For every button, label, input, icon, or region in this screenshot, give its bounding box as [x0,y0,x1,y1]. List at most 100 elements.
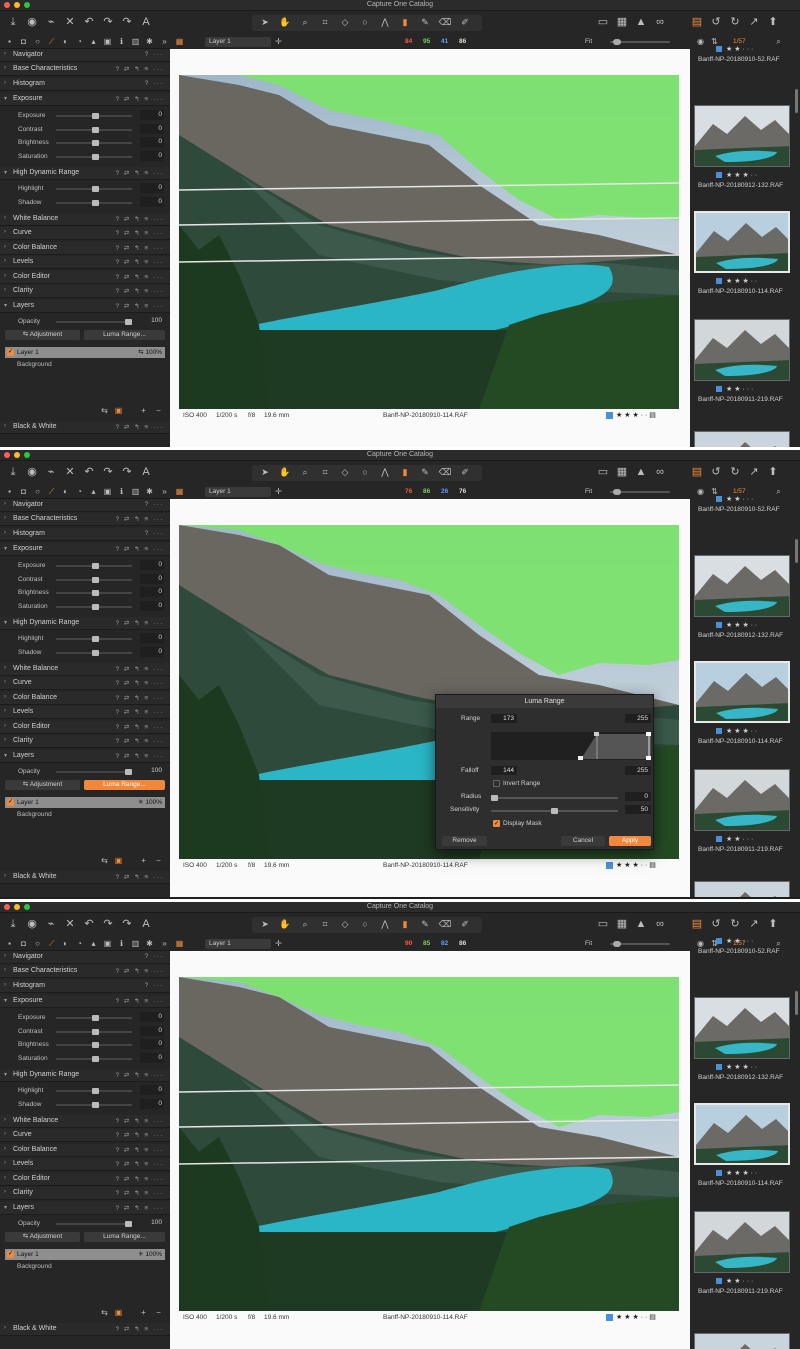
thumbnail[interactable] [694,769,790,831]
section-header-histogram[interactable]: › Histogram ? ··· [0,980,170,993]
section-actions[interactable]: ? ⇄ ↰ ≡ ··· [115,1071,164,1079]
export-icon[interactable]: ↗ [747,15,761,30]
thumbnail-color-tag[interactable] [716,836,722,843]
eye-icon[interactable]: ◉ [696,939,705,948]
section-header-layers[interactable]: ▾ Layers ? ⇄ ↰ ≡ ··· [0,750,170,763]
meta-rating[interactable]: ★ ★ ★ · · ▤ [606,861,656,869]
background-layer[interactable]: Background [17,1263,52,1270]
slider-track[interactable] [56,199,132,206]
expand-arrow-icon[interactable]: › [4,273,6,279]
adjustment-button[interactable]: ⇆ Adjustment [5,330,80,340]
slider-knob[interactable] [92,113,99,119]
slider-value[interactable]: 0 [140,587,164,597]
brush-icon[interactable]: ✎ [418,465,432,480]
loupe-icon[interactable]: ⌕ [298,15,312,30]
slider-value[interactable]: 0 [140,573,164,584]
filmstrip-icon[interactable]: ▤ [647,412,656,419]
slider-track[interactable] [56,563,132,569]
thumbnail[interactable] [694,1211,790,1273]
section-header-exposure[interactable]: ▾ Exposure ? ⇄ ↰ ≡ ··· [0,93,170,106]
expand-arrow-icon[interactable]: › [4,679,6,685]
slider-knob[interactable] [92,603,99,610]
display-mask-checkbox[interactable]: ✓ [493,820,500,827]
grid-icon[interactable]: ▦ [615,15,629,30]
opacity-slider[interactable] [56,319,132,325]
photo-canvas[interactable] [179,75,679,409]
section-actions[interactable]: ? ⇄ ↰ ≡ ··· [115,967,164,975]
slider-knob[interactable] [92,1088,99,1094]
glasses-icon[interactable]: ∞ [653,917,667,932]
pan-icon[interactable]: ✋ [278,465,292,480]
share-icon[interactable]: ⬆ [766,15,780,30]
add-point-icon[interactable]: ✛ [274,37,283,46]
rotate-left-icon[interactable]: ↺ [709,465,723,480]
eye-icon[interactable]: ◉ [696,37,705,46]
thumbnail-color-tag[interactable] [716,172,722,179]
thumbnail-color-tag[interactable] [716,278,722,285]
opacity-knob[interactable] [125,769,132,775]
filmstrip-icon[interactable]: ▤ [647,1314,656,1321]
expand-arrow-icon[interactable]: › [4,215,6,221]
slider-knob[interactable] [92,153,99,160]
text-icon[interactable]: A [139,465,153,480]
capture-icon[interactable]: ◘ [19,487,28,496]
share-icon[interactable]: ⬆ [766,465,780,480]
thumbnail-stars[interactable]: ★ ★ ★ · · [726,1170,757,1177]
warning-icon[interactable]: ▲ [634,465,648,480]
rotate-left-icon[interactable]: ↺ [709,917,723,932]
browser-scrollbar[interactable] [795,89,798,113]
pointer-icon[interactable]: ➤ [258,917,272,932]
eraser-icon[interactable]: ⌫ [438,917,452,932]
more-tabs-icon[interactable]: » [160,939,169,948]
expand-arrow-icon[interactable]: ▾ [4,545,7,552]
glasses-icon[interactable]: ∞ [653,465,667,480]
zoom-slider-knob[interactable] [613,489,621,495]
section-actions[interactable]: ? ⇄ ↰ ≡ ··· [115,273,164,281]
expand-arrow-icon[interactable]: › [4,258,6,264]
rating-stars[interactable]: ★ ★ ★ · · [616,862,647,869]
thumbnail-color-tag[interactable] [716,622,722,629]
range-low-field[interactable]: 173 [491,714,517,723]
mask-icon[interactable]: ▣ [114,406,123,415]
pan-icon[interactable]: ✋ [278,15,292,30]
brush-icon[interactable]: ✎ [418,917,432,932]
capture-icon[interactable]: ◘ [19,939,28,948]
rotate-right-icon[interactable]: ↻ [728,465,742,480]
slider-track[interactable] [56,140,132,146]
section-actions[interactable]: ? ⇄ ↰ ≡ ··· [115,997,164,1005]
output-icon[interactable]: ▥ [131,939,140,948]
delete-icon[interactable]: ✕ [63,465,77,480]
expand-arrow-icon[interactable]: › [4,244,6,250]
crop-icon[interactable]: ⌗ [318,465,332,480]
section-header-clarity[interactable]: › Clarity ? ⇄ ↰ ≡ ··· [0,1187,170,1200]
section-header-color-editor[interactable]: › Color Editor ? ⇄ ↰ ≡ ··· [0,1173,170,1186]
loupe-icon[interactable]: ⌕ [298,917,312,932]
expand-arrow-icon[interactable]: › [4,229,6,235]
sensitivity-field[interactable]: 50 [625,805,651,814]
expand-arrow-icon[interactable]: › [4,953,6,959]
keystone-icon[interactable]: ◇ [338,15,352,30]
expand-arrow-icon[interactable]: › [4,515,6,521]
thumbnail-stars[interactable]: ★ ★ · · · [726,386,753,393]
slider-value[interactable]: 0 [140,1012,164,1022]
more-tabs-icon[interactable]: » [160,37,169,46]
expand-arrow-icon[interactable]: › [4,737,6,743]
slider-track[interactable] [56,1088,132,1094]
remove-layer-icon[interactable]: − [154,856,163,865]
expand-arrow-icon[interactable]: › [4,1175,6,1181]
cancel-button[interactable]: Cancel [561,836,605,846]
metadata-icon[interactable]: ℹ [117,487,126,496]
slider-knob[interactable] [92,1015,99,1021]
opacity-knob[interactable] [125,319,132,325]
filmstrip-icon[interactable]: ▤ [647,862,656,869]
expand-arrow-icon[interactable]: › [4,982,6,988]
exposure-icon[interactable]: ◔ [75,487,84,496]
meta-rating[interactable]: ★ ★ ★ · · ▤ [606,411,656,419]
zoom-slider[interactable] [610,39,670,45]
slider-track[interactable] [56,1015,132,1021]
slider-value[interactable]: 0 [140,1025,164,1036]
expand-arrow-icon[interactable]: › [4,967,6,973]
thumbnail-stars[interactable]: ★ ★ · · · [726,938,753,945]
spot-icon[interactable]: ○ [358,15,372,30]
thumbnail-color-tag[interactable] [716,728,722,735]
